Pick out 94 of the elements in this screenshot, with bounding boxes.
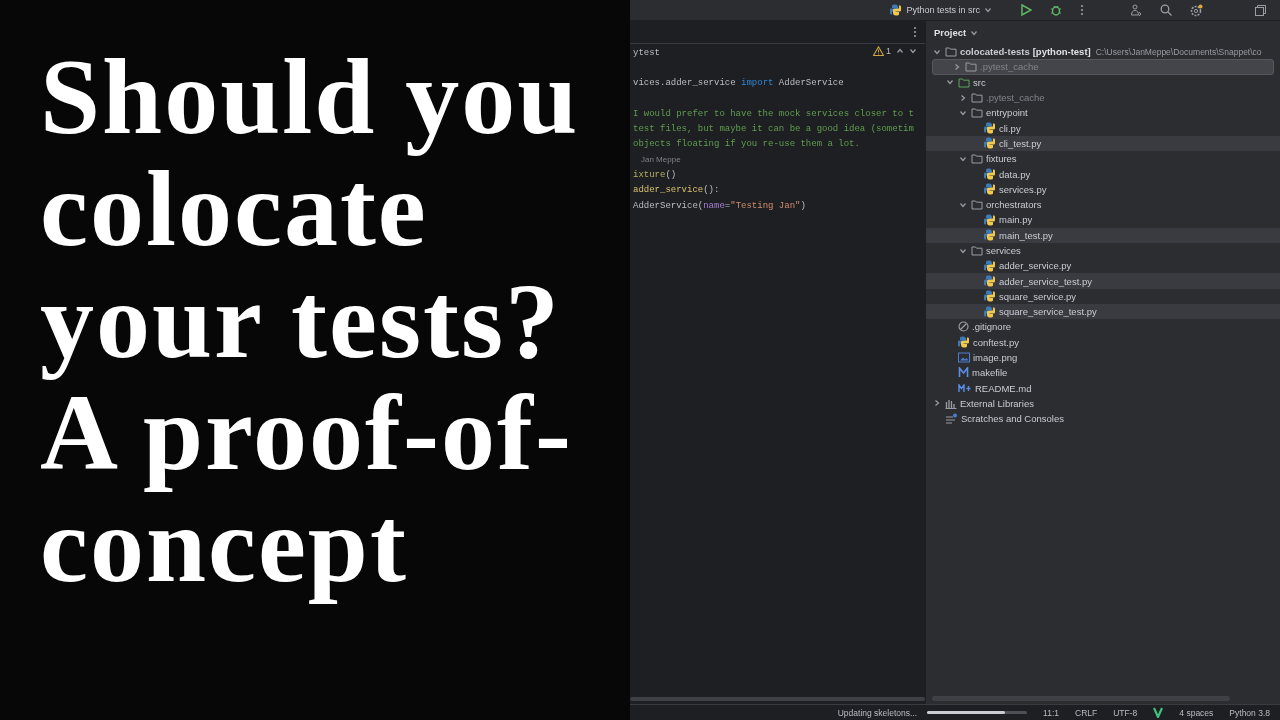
chevron-down-icon (959, 154, 967, 163)
makefile-icon (958, 367, 969, 379)
window-restore-icon[interactable] (1255, 4, 1266, 16)
module-name: [python-test] (1032, 46, 1091, 58)
folder-icon (971, 107, 983, 119)
markdown-icon (958, 383, 972, 393)
code-line: ixture() (633, 170, 677, 180)
tree-item[interactable]: image.png (926, 349, 1280, 366)
chevron-down-icon (959, 246, 967, 255)
line-separator[interactable]: CRLF (1075, 707, 1098, 718)
tree-item[interactable]: .gitignore (926, 319, 1280, 335)
chevron-right-icon (933, 399, 941, 408)
chevron-icon (984, 6, 992, 14)
python-file-icon (984, 168, 996, 180)
tree-item[interactable]: services.py (926, 181, 1280, 197)
tree-item[interactable]: square_service.py (926, 288, 1280, 305)
kebab-menu-icon[interactable] (913, 26, 917, 38)
python-file-icon (984, 229, 996, 242)
author-hint[interactable]: Jan Meppe (633, 155, 681, 165)
indent-setting[interactable]: 4 spaces (1179, 707, 1214, 718)
python-file-icon (984, 122, 996, 135)
people-icon[interactable] (1130, 4, 1142, 16)
blocked-circle-icon (958, 321, 969, 333)
chevron-icon (970, 28, 979, 37)
tree-item[interactable]: services (926, 242, 1280, 259)
project-view-dropdown[interactable]: Project (931, 27, 982, 38)
image-file-icon (958, 352, 970, 364)
scratches-icon (945, 413, 958, 425)
interpreter[interactable]: Python 3.8 (1229, 707, 1270, 718)
tree-item[interactable]: orchestrators (926, 196, 1280, 213)
python-file-icon (984, 305, 996, 318)
python-file-icon (984, 213, 996, 226)
python-icon (890, 4, 903, 16)
tree-item[interactable]: square_service_test.py (926, 304, 1280, 320)
tree-item[interactable]: main_test.py (926, 227, 1280, 243)
tree-item[interactable]: README.md (926, 380, 1280, 396)
tree-item[interactable]: cli_test.py (926, 135, 1280, 152)
tree-item[interactable]: main.py (926, 212, 1280, 228)
folder-icon (971, 153, 983, 165)
chevron-down-icon (959, 108, 967, 117)
folder-icon (945, 46, 957, 58)
task-status: Updating skeletons... (837, 707, 918, 718)
vim-icon[interactable] (1153, 707, 1164, 718)
run-config-dropdown[interactable]: Python tests in src (886, 2, 996, 18)
tree-item[interactable]: makefile (926, 365, 1280, 381)
tree-item[interactable]: cli.py (926, 120, 1280, 136)
code-line: test files, but maybe it can be a good idea (sometim (633, 124, 914, 135)
tree-item[interactable]: fixtures (926, 151, 1280, 167)
python-file-icon (984, 137, 996, 150)
code-line: adder_service(): (633, 185, 720, 196)
python-file-icon (984, 259, 996, 272)
chevron-down-icon (946, 78, 954, 87)
tree-item[interactable]: .pytest_cache (926, 89, 1280, 106)
chevron-down-icon (909, 47, 917, 55)
kebab-menu-icon[interactable] (1080, 4, 1084, 16)
folder-icon (971, 199, 983, 211)
run-icon[interactable] (1020, 4, 1032, 16)
chevron-down-icon (959, 200, 967, 209)
tree-item[interactable]: adder_service.py (926, 258, 1280, 274)
tree-item[interactable]: Scratches and Consoles (926, 411, 1280, 427)
chevron-right-icon (953, 62, 961, 71)
folder-icon (965, 61, 977, 73)
folder-icon (958, 76, 970, 88)
warning-count[interactable]: 1 (873, 46, 891, 56)
python-file-icon (984, 275, 996, 288)
file-encoding[interactable]: UTF-8 (1113, 707, 1138, 718)
tree-item[interactable]: colocated-tests [python-test] C:\Users\JanMeppe\Documents\Snappet\co (926, 44, 1280, 60)
python-file-icon (984, 183, 996, 196)
search-icon[interactable] (1160, 4, 1172, 16)
chevron-up-icon[interactable] (896, 47, 904, 55)
code-line: ytest (633, 47, 660, 58)
tree-item[interactable]: conftest.py (926, 334, 1280, 350)
chevron-right-icon (959, 93, 967, 102)
folder-icon (971, 92, 983, 104)
chevron-down-icon (933, 47, 941, 56)
code-line: I would prefer to have the mock services closer to t (633, 108, 914, 119)
bug-icon[interactable] (1050, 4, 1062, 16)
settings-icon[interactable] (1190, 3, 1203, 17)
folder-icon (971, 245, 983, 256)
python-file-icon (958, 336, 970, 349)
tree-item[interactable]: External Libraries (926, 395, 1280, 412)
tree-item[interactable]: entrypoint (926, 105, 1280, 121)
code-line: vices.adder_service import AdderService (633, 78, 844, 89)
project-path: C:\Users\JanMeppe\Documents\Snappet\co (1095, 46, 1262, 57)
bar-chart-icon (945, 397, 957, 409)
tree-item[interactable]: src (926, 74, 1280, 90)
warning-icon (873, 46, 884, 56)
cursor-position[interactable]: 11:1 (1043, 707, 1060, 718)
tree-item[interactable]: data.py (926, 166, 1280, 182)
scrollbar[interactable] (630, 697, 925, 701)
python-file-icon (984, 290, 996, 303)
code-line: AdderService(name="Testing Jan") (633, 200, 806, 211)
code-line: objects floating if you re-use them a lot. (633, 139, 860, 150)
tree-item[interactable]: adder_service_test.py (926, 273, 1280, 289)
